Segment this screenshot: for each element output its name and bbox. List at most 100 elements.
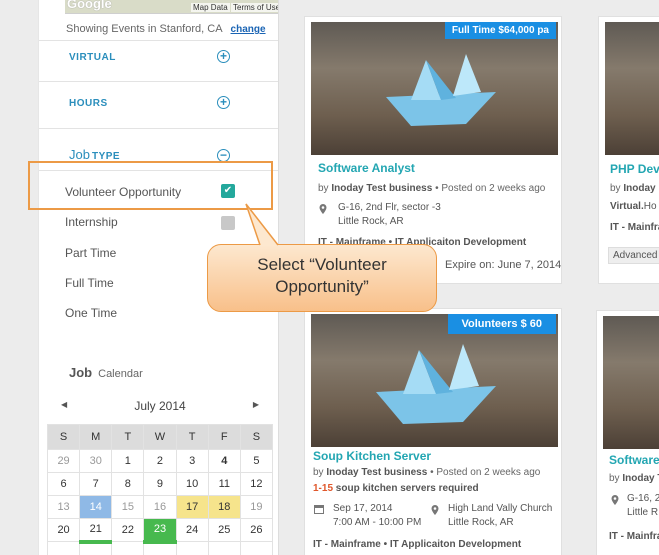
- change-location-link[interactable]: change: [231, 24, 266, 35]
- calendar-day[interactable]: 29: [46, 449, 81, 473]
- volunteers-needed: 1-15 soup kitchen servers required: [313, 483, 479, 494]
- calendar-day[interactable]: 24: [175, 518, 209, 542]
- divider: [39, 128, 278, 129]
- calendar-grid: S M T W T F S 29 30 1 2 3 4 5 6 7 8 9 10…: [46, 424, 274, 555]
- weekday: T: [111, 424, 145, 450]
- calendar-day[interactable]: 22: [111, 518, 145, 542]
- by-prefix: by: [313, 467, 324, 478]
- volunteer-need: soup kitchen servers required: [335, 483, 479, 494]
- category: IT - Mainframe: [313, 539, 381, 550]
- calendar-day[interactable]: 2: [143, 449, 177, 473]
- job-title-link[interactable]: Software Analyst: [318, 161, 415, 175]
- calendar-day-today[interactable]: 4: [207, 449, 241, 473]
- location-text: Showing Events in Stanford, CA: [66, 23, 223, 35]
- filter-hours[interactable]: HOURS +: [39, 89, 278, 121]
- calendar-day[interactable]: 25: [207, 518, 241, 542]
- job-card-image: [605, 22, 659, 155]
- calendar-day[interactable]: 8: [111, 472, 145, 496]
- event-date: Sep 17, 2014: [333, 503, 393, 514]
- category: IT - Mainfra: [609, 531, 659, 542]
- divider: [39, 40, 278, 41]
- job-card[interactable]: Volunteers $ 60 Soup Kitchen Server by I…: [304, 308, 562, 555]
- paper-boat-image: [376, 344, 496, 424]
- virtual-text: Ho: [643, 201, 657, 212]
- next-month-icon[interactable]: ▶: [253, 400, 259, 409]
- expand-plus-icon[interactable]: +: [217, 96, 230, 109]
- calendar-day[interactable]: 21: [79, 518, 113, 542]
- job-type-full-time[interactable]: Full Time: [65, 276, 114, 290]
- volunteer-tag: Volunteers $ 60: [447, 314, 556, 334]
- weekday: F: [207, 424, 241, 450]
- job-card[interactable]: Software by Inoday T G-16, 2n Little R I…: [596, 310, 659, 555]
- job-card-image: [603, 316, 659, 449]
- calendar-day-empty: [111, 541, 145, 555]
- calendar-week: 6 7 8 9 10 11 12: [46, 472, 274, 496]
- calendar-day[interactable]: 16: [143, 495, 177, 519]
- posted-date: Posted on 2 weeks ago: [441, 183, 546, 194]
- calendar-day[interactable]: 12: [239, 472, 274, 496]
- job-card[interactable]: PHP Deve by Inoday Virtual.Ho IT - Mainf…: [598, 16, 659, 284]
- job-card-image: [311, 22, 558, 155]
- job-posted-by: by Inoday T: [609, 473, 659, 484]
- virtual-label: Virtual.: [610, 201, 644, 212]
- calendar-day[interactable]: 10: [175, 472, 209, 496]
- filter-hours-label: HOURS: [69, 98, 108, 109]
- event-place-2: Little Rock, AR: [448, 517, 514, 528]
- job-title-link[interactable]: Software: [609, 453, 659, 467]
- filter-virtual-label: VIRTUAL: [69, 52, 116, 63]
- job-type-part-time[interactable]: Part Time: [65, 246, 116, 260]
- org-name[interactable]: Inoday Test business: [331, 183, 432, 194]
- calendar-day[interactable]: 19: [239, 495, 274, 519]
- job-type-internship[interactable]: Internship: [65, 215, 118, 229]
- job-categories: IT - Mainframe • IT Applicaiton Developm…: [313, 539, 522, 550]
- weekday: S: [46, 424, 81, 450]
- calendar-day-event[interactable]: 17: [175, 495, 209, 519]
- job-type-one-time[interactable]: One Time: [65, 306, 117, 320]
- calendar-nav: ◀ July 2014 ▶: [47, 399, 273, 416]
- calendar-day[interactable]: 13: [46, 495, 81, 519]
- virtual-line: Virtual.Ho: [610, 201, 657, 212]
- calendar-day[interactable]: 30: [79, 449, 113, 473]
- salary-tag: Full Time $64,000 pa: [444, 22, 556, 39]
- location-pin-icon: [319, 204, 327, 214]
- calendar-day-event[interactable]: 23: [143, 518, 177, 542]
- org-name[interactable]: Inoday T: [622, 473, 659, 484]
- calendar-day[interactable]: 7: [79, 472, 113, 496]
- location-label: Showing Events in Stanford, CA change: [66, 23, 266, 35]
- calendar-day[interactable]: 3: [175, 449, 209, 473]
- weekday: M: [79, 424, 113, 450]
- posted-date: Posted on 2 weeks ago: [436, 467, 541, 478]
- skill-badge: Advanced: [608, 247, 659, 264]
- job-posted-by: by Inoday Test business • Posted on 2 we…: [313, 467, 541, 478]
- calendar-week-partial: [46, 539, 274, 555]
- expand-plus-icon[interactable]: +: [217, 50, 230, 63]
- instruction-text: Select “Volunteer Opportunity”: [207, 254, 437, 298]
- map-terms-link[interactable]: Terms of Use: [231, 3, 278, 12]
- calendar-day[interactable]: 20: [46, 518, 81, 542]
- by-prefix: by: [610, 183, 621, 194]
- map-data-link[interactable]: Map Data: [191, 3, 230, 12]
- job-title-link[interactable]: PHP Deve: [610, 162, 659, 176]
- weekday: T: [175, 424, 209, 450]
- calendar-day[interactable]: 5: [239, 449, 274, 473]
- calendar-day-empty: [79, 539, 113, 555]
- org-name[interactable]: Inoday Test business: [326, 467, 427, 478]
- calendar-day[interactable]: 26: [239, 518, 274, 542]
- calendar-day[interactable]: 6: [46, 472, 81, 496]
- event-time: 7:00 AM - 10:00 PM: [333, 517, 422, 528]
- by-prefix: by: [609, 473, 620, 484]
- filter-virtual[interactable]: VIRTUAL +: [39, 43, 278, 75]
- calendar-week: 20 21 22 23 24 25 26: [46, 518, 274, 542]
- map-preview[interactable]: Google Map Data Terms of Use: [65, 0, 278, 14]
- calendar-day[interactable]: 15: [111, 495, 145, 519]
- calendar-day-event[interactable]: 14: [79, 495, 113, 519]
- calendar-day[interactable]: 11: [207, 472, 241, 496]
- calendar-day[interactable]: 9: [143, 472, 177, 496]
- org-name[interactable]: Inoday: [623, 183, 655, 194]
- calendar-day[interactable]: 1: [111, 449, 145, 473]
- job-type-title-a: Job: [69, 147, 90, 162]
- calendar-day-event[interactable]: 18: [207, 495, 241, 519]
- calendar-week: 29 30 1 2 3 4 5: [46, 449, 274, 473]
- category: IT Applicaiton Development: [389, 539, 522, 550]
- job-title-link[interactable]: Soup Kitchen Server: [313, 449, 431, 463]
